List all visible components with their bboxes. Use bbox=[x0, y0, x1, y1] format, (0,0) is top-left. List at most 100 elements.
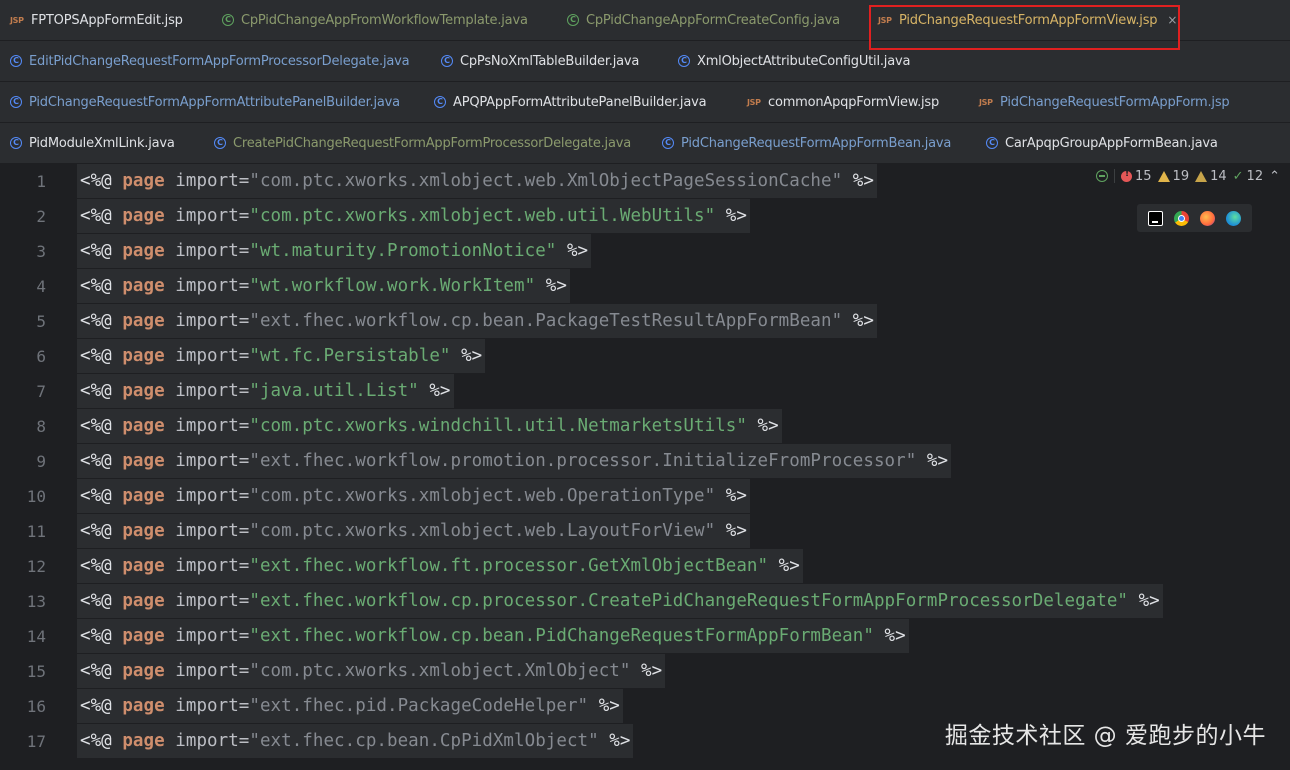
firefox-icon[interactable] bbox=[1199, 210, 1215, 226]
tab[interactable]: C PidModuleXmlLink.java bbox=[10, 123, 175, 163]
import-string: "java.util.List" bbox=[249, 381, 419, 401]
tab-row: C PidChangeRequestFormAppFormAttributePa… bbox=[0, 82, 1290, 123]
line-number: 6 bbox=[36, 347, 46, 366]
code-line[interactable]: 2 <%@ page import="com.ptc.xworks.xmlobje… bbox=[0, 199, 1290, 234]
inspection-widget[interactable]: 15 19 14 ✓ 12 ⌃ bbox=[1096, 168, 1280, 184]
import-string: "ext.fhec.workflow.cp.processor.CreatePi… bbox=[249, 591, 1129, 611]
tab-label: CpPidChangeAppFromWorkflowTemplate.java bbox=[241, 12, 528, 28]
class-file-icon: C bbox=[214, 137, 226, 149]
directive-open: <%@ bbox=[80, 556, 123, 576]
jsp-file-icon: JSP bbox=[878, 15, 892, 25]
attribute-name: import= bbox=[164, 696, 250, 716]
code-editor[interactable]: 1 <%@ page import="com.ptc.xworks.xmlobje… bbox=[0, 164, 1290, 770]
line-number: 9 bbox=[36, 452, 46, 471]
code-line[interactable]: 4 <%@ page import="wt.workflow.work.WorkI… bbox=[0, 269, 1290, 304]
typo-count[interactable]: ✓ 12 bbox=[1233, 169, 1263, 184]
attribute-name: import= bbox=[164, 731, 250, 751]
browser-preview-toolbar bbox=[1137, 204, 1252, 232]
code-text: <%@ page import="com.ptc.xworks.xmlobjec… bbox=[77, 654, 666, 688]
tab[interactable]: C XmlObjectAttributeConfigUtil.java bbox=[678, 41, 910, 81]
separator bbox=[1114, 169, 1115, 183]
directive-keyword: page bbox=[122, 416, 165, 436]
import-string: "ext.fhec.workflow.cp.bean.PackageTestRe… bbox=[249, 311, 843, 331]
watermark: 掘金技术社区 @ 爱跑步的小牛 bbox=[944, 723, 1266, 749]
class-file-icon: C bbox=[222, 14, 234, 26]
directive-open: <%@ bbox=[80, 171, 123, 191]
code-text: <%@ page import="ext.fhec.pid.PackageCod… bbox=[77, 689, 623, 723]
attribute-name: import= bbox=[164, 416, 250, 436]
tab-active[interactable]: JSP PidChangeRequestFormAppFormView.jsp … bbox=[878, 0, 1177, 40]
tab[interactable]: JSP PidChangeRequestFormAppForm.jsp bbox=[979, 82, 1230, 122]
directive-keyword: page bbox=[122, 311, 165, 331]
tab[interactable]: C PidChangeRequestFormAppFormBean.java bbox=[662, 123, 951, 163]
warning-count[interactable]: 19 bbox=[1157, 168, 1190, 184]
error-count[interactable]: 15 bbox=[1121, 169, 1152, 184]
attribute-name: import= bbox=[164, 451, 250, 471]
code-text: <%@ page import="com.ptc.xworks.windchil… bbox=[77, 409, 782, 443]
weak-warning-count-value: 14 bbox=[1210, 168, 1227, 184]
code-text: <%@ page import="com.ptc.xworks.xmlobjec… bbox=[77, 479, 750, 513]
tab[interactable]: C CpPidChangeAppFormCreateConfig.java bbox=[567, 0, 840, 40]
code-text: <%@ page import="wt.fc.Persistable" %> bbox=[77, 339, 486, 373]
code-line[interactable]: 10 <%@ page import="com.ptc.xworks.xmlobj… bbox=[0, 479, 1290, 514]
inspection-toggle-icon[interactable] bbox=[1096, 170, 1108, 182]
code-text: <%@ page import="ext.fhec.workflow.cp.be… bbox=[77, 304, 877, 338]
directive-open: <%@ bbox=[80, 206, 123, 226]
directive-keyword: page bbox=[122, 521, 165, 541]
tab[interactable]: C CreatePidChangeRequestFormAppFormProce… bbox=[214, 123, 631, 163]
tab-label: PidChangeRequestFormAppForm.jsp bbox=[1000, 94, 1230, 110]
attribute-name: import= bbox=[164, 276, 250, 296]
class-file-icon: C bbox=[434, 96, 446, 108]
tab[interactable]: C PidChangeRequestFormAppFormAttributePa… bbox=[10, 82, 400, 122]
attribute-name: import= bbox=[164, 521, 250, 541]
directive-close: %> bbox=[598, 731, 631, 751]
code-text: <%@ page import="com.ptc.xworks.xmlobjec… bbox=[77, 199, 750, 233]
code-line[interactable]: 12 <%@ page import="ext.fhec.workflow.ft.… bbox=[0, 549, 1290, 584]
code-line[interactable]: 7 <%@ page import="java.util.List" %> bbox=[0, 374, 1290, 409]
directive-open: <%@ bbox=[80, 696, 123, 716]
warning-count-value: 19 bbox=[1172, 168, 1190, 184]
chevron-up-icon[interactable]: ⌃ bbox=[1269, 169, 1280, 184]
code-line[interactable]: 14 <%@ page import="ext.fhec.workflow.cp.… bbox=[0, 619, 1290, 654]
tab[interactable]: JSP FPTOPSAppFormEdit.jsp bbox=[10, 0, 183, 40]
line-number: 16 bbox=[26, 697, 46, 716]
tab[interactable]: C EditPidChangeRequestFormAppFormProcess… bbox=[10, 41, 410, 81]
attribute-name: import= bbox=[164, 591, 250, 611]
intellij-icon[interactable] bbox=[1148, 210, 1164, 226]
import-string: "com.ptc.xworks.xmlobject.XmlObject" bbox=[249, 661, 631, 681]
code-line[interactable]: 8 <%@ page import="com.ptc.xworks.windchi… bbox=[0, 409, 1290, 444]
import-string: "com.ptc.xworks.xmlobject.web.util.WebUt… bbox=[249, 206, 716, 226]
tab[interactable]: JSP commonApqpFormView.jsp bbox=[747, 82, 939, 122]
edge-icon[interactable] bbox=[1225, 210, 1241, 226]
code-line[interactable]: 11 <%@ page import="com.ptc.xworks.xmlobj… bbox=[0, 514, 1290, 549]
tab-row: JSP FPTOPSAppFormEdit.jsp C CpPidChangeA… bbox=[0, 0, 1290, 41]
import-string: "com.ptc.xworks.windchill.util.Netmarket… bbox=[249, 416, 747, 436]
jsp-file-icon: JSP bbox=[747, 97, 761, 107]
import-string: "ext.fhec.workflow.ft.processor.GetXmlOb… bbox=[249, 556, 769, 576]
directive-keyword: page bbox=[122, 486, 165, 506]
directive-close: %> bbox=[1128, 591, 1160, 611]
code-line[interactable]: 13 <%@ page import="ext.fhec.workflow.cp.… bbox=[0, 584, 1290, 619]
directive-close: %> bbox=[916, 451, 949, 471]
import-string: "ext.fhec.cp.bean.CpPidXmlObject" bbox=[249, 731, 599, 751]
tab-label: PidModuleXmlLink.java bbox=[29, 135, 175, 151]
tab[interactable]: C CpPsNoXmlTableBuilder.java bbox=[441, 41, 639, 81]
code-text: <%@ page import="ext.fhec.workflow.cp.pr… bbox=[77, 584, 1163, 618]
code-line[interactable]: 6 <%@ page import="wt.fc.Persistable" %> bbox=[0, 339, 1290, 374]
code-line[interactable]: 9 <%@ page import="ext.fhec.workflow.prom… bbox=[0, 444, 1290, 479]
tab-label: PidChangeRequestFormAppFormView.jsp bbox=[899, 12, 1158, 28]
directive-close: %> bbox=[588, 696, 620, 716]
code-text: <%@ page import="wt.workflow.work.WorkIt… bbox=[77, 269, 570, 303]
editor-tab-bar: JSP FPTOPSAppFormEdit.jsp C CpPidChangeA… bbox=[0, 0, 1290, 164]
tab[interactable]: C APQPAppFormAttributePanelBuilder.java bbox=[434, 82, 707, 122]
chrome-icon[interactable] bbox=[1174, 210, 1190, 226]
directive-open: <%@ bbox=[80, 486, 123, 506]
code-line[interactable]: 15 <%@ page import="com.ptc.xworks.xmlobj… bbox=[0, 654, 1290, 689]
directive-keyword: page bbox=[122, 661, 165, 681]
tab[interactable]: C CarApqpGroupAppFormBean.java bbox=[986, 123, 1218, 163]
code-line[interactable]: 5 <%@ page import="ext.fhec.workflow.cp.b… bbox=[0, 304, 1290, 339]
weak-warning-count[interactable]: 14 bbox=[1195, 169, 1227, 184]
close-icon[interactable]: × bbox=[1167, 13, 1177, 27]
code-line[interactable]: 3 <%@ page import="wt.maturity.PromotionN… bbox=[0, 234, 1290, 269]
tab[interactable]: C CpPidChangeAppFromWorkflowTemplate.jav… bbox=[222, 0, 528, 40]
